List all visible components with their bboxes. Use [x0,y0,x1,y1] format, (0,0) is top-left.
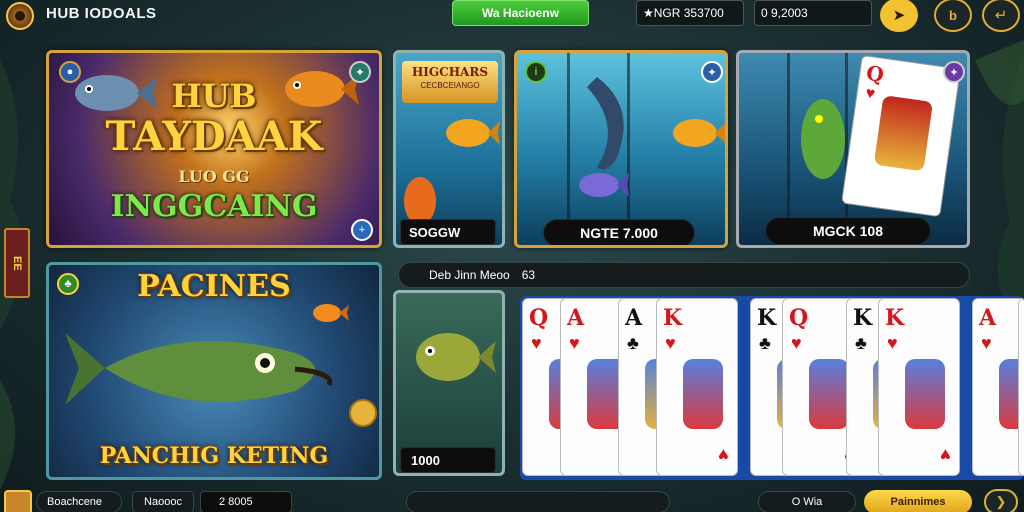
tile-2-label: SOGGW [400,219,496,245]
tile-3-label: NGTE 7.000 [543,219,695,245]
app-title: HUB IODOALS [46,5,157,22]
heart-icon: ♥ [864,84,877,103]
fish-icon [587,77,624,170]
fish-icon: ➤ [892,7,906,24]
fish-game-tile[interactable]: 1000 [393,290,505,476]
tile-4-label: MGCK 108 [765,217,931,245]
card-rank: K [757,305,777,331]
club-icon: ♣ [759,333,771,353]
coin-icon [349,399,377,427]
heart-icon: ♥ [981,333,992,353]
fish-icon [313,304,349,322]
tile-2-banner-title: HIGCHARS [411,65,489,79]
cta-button[interactable]: Painnimes [864,490,972,512]
info-icon[interactable]: ✦ [943,61,965,83]
queen-hearts-card: Q ♥ [841,54,961,218]
fishing-subtitle: PANCHIG KETING [99,443,329,469]
account-field[interactable]: Boachcene [36,491,122,512]
hero-game-tile[interactable]: ● ✦ HUB TAYDAAK LUO GG INGGCAING + [46,50,382,248]
info-icon[interactable]: ✦ [701,61,723,83]
card-rank: Q [529,305,549,331]
queen-figure [873,95,934,172]
news-ticker[interactable]: Deb Jinn Meoo 63 [398,262,970,288]
next-arrow-icon[interactable]: ❯ [984,489,1018,512]
fishing-title: PACINES [137,269,291,304]
side-tab[interactable]: EE [4,228,30,298]
tile-2-banner: HIGCHARS CECBCEIANGO [402,61,498,103]
heart-icon: ♥ [887,333,898,353]
card-rank: K [663,305,683,331]
ticker-text: Deb Jinn Meoo [429,268,510,282]
logo-icon [6,2,34,30]
playing-card[interactable]: A♥♥ [972,298,1024,476]
playing-card[interactable]: K ♥ ♥ [656,298,738,476]
card-rank: K [885,305,905,331]
back-button[interactable]: ↵ [982,0,1020,32]
card-rank: K [853,305,873,331]
balance-display-secondary: 0 9,2003 [754,0,872,26]
card-artwork [809,359,849,429]
fishing-game-tile[interactable]: PACINES ♣ PANCHIG KETING [46,262,382,480]
fish-icon [673,119,725,147]
hero-title-line1: HUB [171,77,257,115]
card-rank: Q [864,60,886,87]
fish-icon [579,173,629,197]
hero-title-line2: TAYDAAK [105,113,323,160]
heart-icon: ♥ [718,445,729,465]
expand-icon[interactable]: + [351,219,373,241]
fish-icon [416,333,496,381]
heart-icon: ♥ [940,445,951,465]
game-tile-2[interactable]: HIGCHARS CECBCEIANGO SOGGW [393,50,505,248]
card-rank: Q [789,305,809,331]
top-bar: HUB IODOALS Wa Hacioenw ★NGR 353700 0 9,… [0,0,1024,32]
ticker-suffix: 63 [521,268,536,282]
bottom-field-2[interactable]: Naoooc [132,491,194,512]
hero-title-line3: LUO GG [178,167,250,186]
side-tab-label: EE [11,255,23,271]
game-tile-4[interactable]: Q ♥ ✦ MGCK 108 [736,50,970,248]
fish-menu-button[interactable]: ➤ [880,0,918,32]
heart-icon: ♥ [665,333,676,353]
cards-panel: Q♥♥A♥♥A♣♣K♥♥K♣♣Q♥♥K♣♣K♥♥A♥♥Q♥♥ [520,296,1024,480]
card-rank: A [625,305,643,331]
tile-2-banner-subtitle: CECBCEIANGO [420,81,480,90]
card-rank: A [979,305,997,331]
settings-icon[interactable]: i [525,61,547,83]
info-button[interactable]: b [934,0,972,32]
playing-card[interactable]: K ♥ ♥ [878,298,960,476]
game-tile-3[interactable]: i ✦ NGTE 7.000 [514,50,728,248]
return-icon: ↵ [994,7,1008,24]
playing-card[interactable]: Q♥♥ [1018,298,1024,476]
card-rank: A [567,305,585,331]
account-icon [4,490,32,512]
fish-icon [446,119,500,147]
heart-icon: ♥ [569,333,580,353]
heart-icon: ♥ [531,333,542,353]
bottom-bar: Boachcene Naoooc 2 8005 O Wia Painnimes … [0,486,1024,512]
club-icon: ♣ [855,333,867,353]
bottom-search-field[interactable] [406,491,670,512]
heart-icon: ♥ [791,333,802,353]
card-artwork [905,359,945,429]
promo-button[interactable]: Wa Hacioenw [452,0,589,26]
clover-icon: ♣ [57,273,79,295]
balance-display-primary: ★NGR 353700 [636,0,744,26]
hero-title-line4: INGGCAING [110,189,318,224]
fish-icon [65,333,333,405]
bottom-field-3: 2 8005 [200,491,292,512]
fish-icon [801,99,845,179]
card-artwork [683,359,723,429]
b-icon: b [949,7,957,23]
bottom-field-4[interactable]: O Wia [758,491,856,512]
club-icon: ♣ [627,333,639,353]
fish-tile-label: 1000 [400,447,496,473]
